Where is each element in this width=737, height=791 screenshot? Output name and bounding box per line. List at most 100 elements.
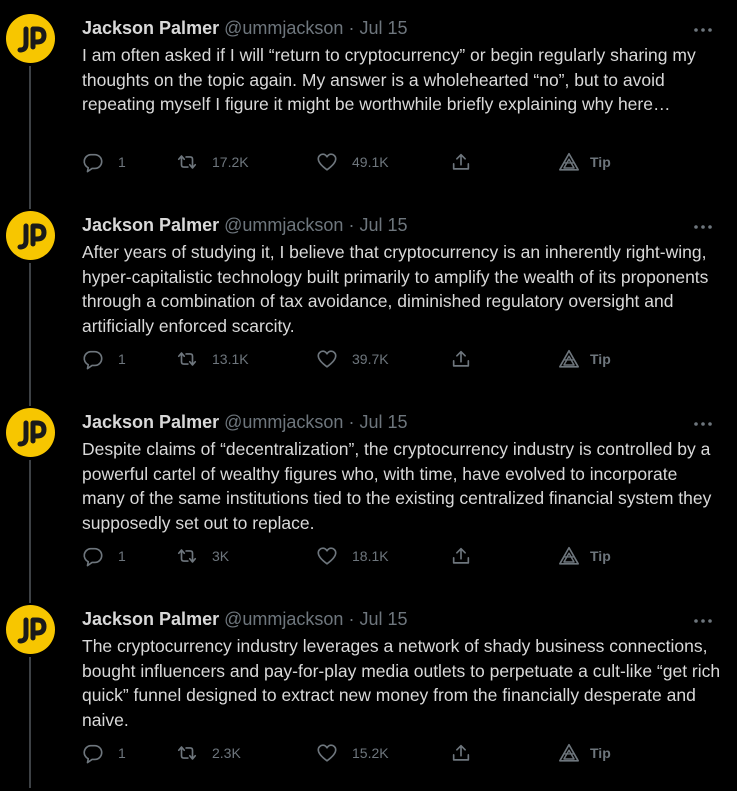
tweet-header: Jackson Palmer @ummjackson · Jul 15 [82,411,408,433]
tweet-3[interactable]: Jackson Palmer @ummjackson · Jul 15 Desp… [0,394,737,591]
thread-connector-line [29,460,31,591]
retweet-button[interactable]: 13.1K [176,347,249,371]
tweet-text: I am often asked if I will “return to cr… [82,45,696,114]
avatar[interactable] [6,211,55,260]
tweet-actions: 1 13.1K 39.7K Tip [82,347,722,371]
retweet-button[interactable]: 3K [176,544,229,568]
tweet-text: Despite claims of “decentralization”, th… [82,439,712,533]
like-button[interactable]: 18.1K [316,544,389,568]
avatar[interactable] [6,605,55,654]
share-icon [452,350,470,367]
reply-bubble-icon [83,350,103,370]
tip-button[interactable]: Tip [558,150,611,174]
tip-icon [559,546,579,565]
reply-button[interactable]: 1 [82,741,126,765]
tweet-date[interactable]: Jul 15 [359,18,407,38]
tip-button[interactable]: Tip [558,347,611,371]
like-count: 49.1K [352,154,389,170]
retweet-count: 2.3K [212,745,241,761]
tip-button[interactable]: Tip [558,544,611,568]
more-horizontal-icon[interactable] [693,22,713,32]
avatar-jp-logo-icon [17,223,47,250]
share-button[interactable] [450,741,472,765]
tweet-actions: 1 2.3K 15.2K Tip [82,741,722,765]
tip-label: Tip [590,154,611,170]
retweet-icon [177,549,197,563]
heart-icon [317,350,337,368]
more-horizontal-icon[interactable] [693,613,713,623]
tweet-actions: 1 3K 18.1K Tip [82,544,722,568]
avatar-jp-logo-icon [17,617,47,644]
tip-label: Tip [590,351,611,367]
reply-bubble-icon [83,744,103,764]
retweet-button[interactable]: 2.3K [176,741,241,765]
share-button[interactable] [450,150,472,174]
tweet-header: Jackson Palmer @ummjackson · Jul 15 [82,608,408,630]
separator-dot: · [348,412,355,432]
tweet-header: Jackson Palmer @ummjackson · Jul 15 [82,214,408,236]
author-handle[interactable]: @ummjackson [224,215,343,235]
retweet-count: 17.2K [212,154,249,170]
tweet-header: Jackson Palmer @ummjackson · Jul 15 [82,17,408,39]
thread-connector-line [29,394,31,406]
thread-connector-line [29,197,31,209]
thread-connector-line [29,591,31,603]
reply-button[interactable]: 1 [82,347,126,371]
separator-dot: · [348,609,355,629]
retweet-button[interactable]: 17.2K [176,150,249,174]
retweet-icon [177,155,197,169]
retweet-count: 3K [212,548,230,564]
reply-button[interactable]: 1 [82,150,126,174]
like-count: 39.7K [352,351,389,367]
reply-count: 1 [118,745,126,761]
heart-icon [317,744,337,762]
share-icon [452,153,470,170]
reply-button[interactable]: 1 [82,544,126,568]
tweet-date[interactable]: Jul 15 [359,609,407,629]
author-handle[interactable]: @ummjackson [224,18,343,38]
thread-connector-line [29,657,31,788]
thread-connector-line [29,66,31,197]
avatar[interactable] [6,408,55,457]
avatar-jp-logo-icon [17,420,47,447]
tip-label: Tip [590,548,611,564]
tweet-actions: 1 17.2K 49.1K Tip [82,150,722,174]
retweet-icon [177,746,197,760]
author-handle[interactable]: @ummjackson [224,609,343,629]
like-button[interactable]: 39.7K [316,347,389,371]
author-name[interactable]: Jackson Palmer [82,215,219,235]
reply-count: 1 [118,154,126,170]
tweet-2[interactable]: Jackson Palmer @ummjackson · Jul 15 Afte… [0,197,737,394]
reply-count: 1 [118,548,126,564]
tweet-1[interactable]: Jackson Palmer @ummjackson · Jul 15 I am… [0,0,737,197]
more-horizontal-icon[interactable] [693,219,713,229]
tweet-text: The cryptocurrency industry leverages a … [82,636,721,730]
tip-button[interactable]: Tip [558,741,611,765]
author-handle[interactable]: @ummjackson [224,412,343,432]
share-button[interactable] [450,347,472,371]
like-count: 15.2K [352,745,389,761]
share-icon [452,547,470,564]
more-horizontal-icon[interactable] [693,416,713,426]
share-button[interactable] [450,544,472,568]
separator-dot: · [348,18,355,38]
thread-connector-line [29,263,31,394]
heart-icon [317,153,337,171]
avatar[interactable] [6,14,55,63]
like-button[interactable]: 49.1K [316,150,389,174]
retweet-icon [177,352,197,366]
like-count: 18.1K [352,548,389,564]
tweet-4[interactable]: Jackson Palmer @ummjackson · Jul 15 The … [0,591,737,788]
reply-count: 1 [118,351,126,367]
separator-dot: · [348,215,355,235]
tweet-date[interactable]: Jul 15 [359,215,407,235]
tip-icon [559,743,579,762]
heart-icon [317,547,337,565]
tweet-date[interactable]: Jul 15 [359,412,407,432]
avatar-jp-logo-icon [17,26,47,53]
author-name[interactable]: Jackson Palmer [82,18,219,38]
author-name[interactable]: Jackson Palmer [82,412,219,432]
author-name[interactable]: Jackson Palmer [82,609,219,629]
like-button[interactable]: 15.2K [316,741,389,765]
reply-bubble-icon [83,153,103,173]
